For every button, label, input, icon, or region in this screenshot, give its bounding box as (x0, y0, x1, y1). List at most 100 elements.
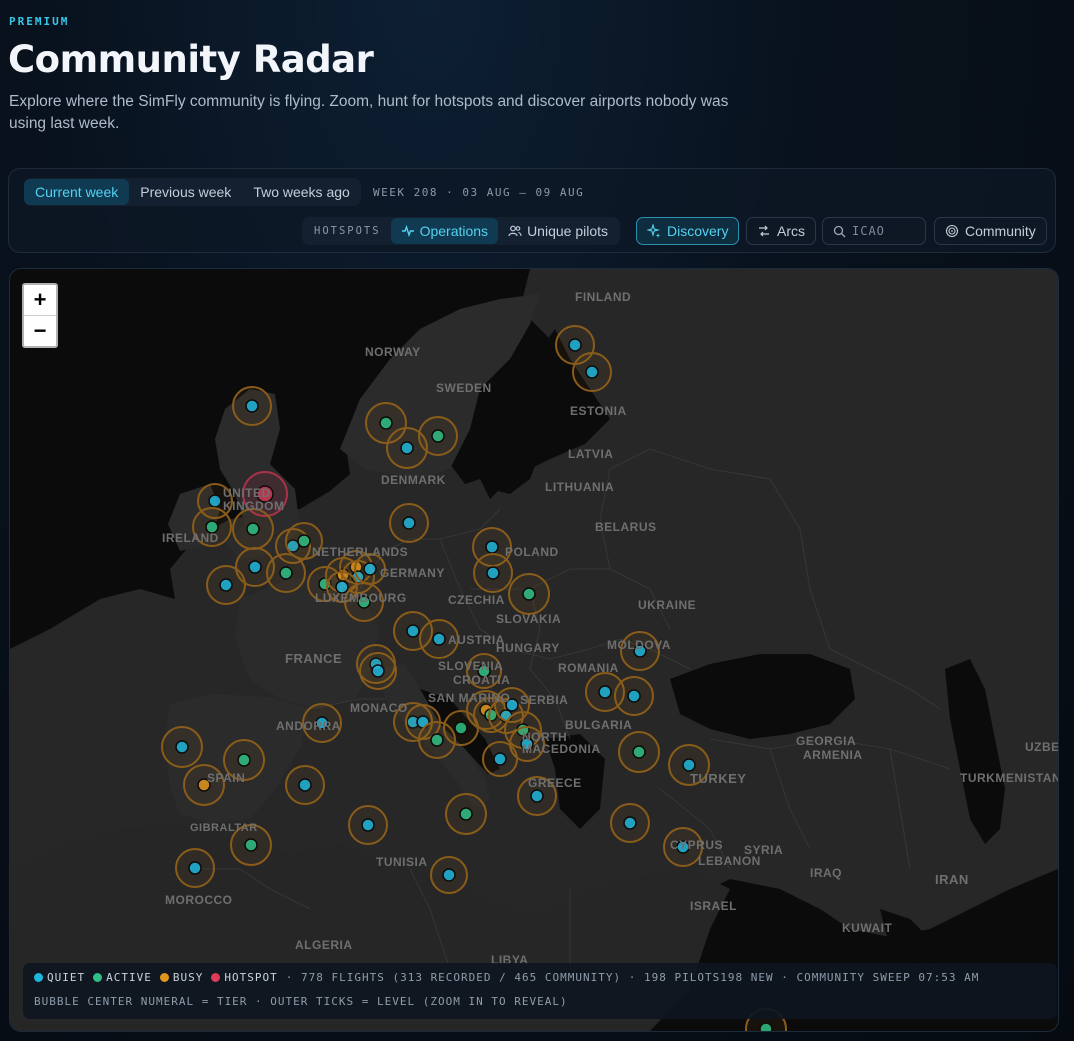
airport-hotspot-marker[interactable] (442, 868, 456, 882)
page-title: Community Radar (8, 38, 374, 81)
airport-hotspot-marker[interactable] (379, 416, 393, 430)
airport-hotspot-marker[interactable] (363, 562, 377, 576)
airport-hotspot-marker[interactable] (493, 752, 507, 766)
airport-hotspot-marker[interactable] (402, 516, 416, 530)
airport-hotspot-marker[interactable] (632, 745, 646, 759)
airport-hotspot-marker[interactable] (175, 740, 189, 754)
airport-hotspot-marker[interactable] (485, 540, 499, 554)
country-label-latvia: LATVIA (568, 447, 614, 461)
page-description: Explore where the SimFly community is fl… (9, 93, 729, 132)
country-label-denmark: DENMARK (381, 473, 446, 487)
airport-hotspot-marker[interactable] (522, 587, 536, 601)
airport-hotspot-marker[interactable] (279, 566, 293, 580)
week-selector: Current week Previous week Two weeks ago (24, 178, 361, 206)
country-label-finland: FINLAND (575, 290, 632, 304)
airport-hotspot-marker[interactable] (585, 365, 599, 379)
airport-hotspot-marker[interactable] (237, 753, 251, 767)
zoom-control: + − (22, 283, 58, 348)
airport-hotspot-marker[interactable] (530, 789, 544, 803)
airport-hotspot-marker[interactable] (486, 566, 500, 580)
airport-hotspot-marker[interactable] (431, 429, 445, 443)
toolbar: Current week Previous week Two weeks ago… (8, 168, 1056, 253)
country-label-luxembourg: LUXEMBOURG (315, 591, 407, 605)
country-label-andorra: ANDORRA (276, 719, 341, 733)
tab-current-week[interactable]: Current week (24, 179, 130, 205)
country-label-gibraltar: GIBRALTAR (190, 822, 258, 834)
airport-hotspot-marker[interactable] (627, 689, 641, 703)
zoom-in-button[interactable]: + (24, 285, 56, 315)
airport-hotspot-marker[interactable] (598, 685, 612, 699)
week-range-label: WEEK 208 · 03 AUG – 09 AUG (373, 186, 585, 199)
country-label-moldova: MOLDOVA (607, 638, 671, 652)
airport-hotspot-marker[interactable] (568, 338, 582, 352)
icao-search-input[interactable]: ICAO (822, 217, 926, 245)
country-label-greece: GREECE (528, 776, 582, 790)
airport-hotspot-marker[interactable] (682, 758, 696, 772)
country-label-spain: SPAIN (207, 771, 246, 785)
country-label-israel: ISRAEL (690, 899, 738, 913)
arcs-button[interactable]: Arcs (746, 217, 816, 245)
country-label-poland: POLAND (505, 545, 559, 559)
airport-hotspot-marker[interactable] (219, 578, 233, 592)
airport-hotspot-marker[interactable] (759, 1022, 773, 1031)
country-label-north-macedonia: NORTH MACEDONIA (522, 730, 601, 756)
airport-hotspot-marker[interactable] (248, 560, 262, 574)
airport-hotspot-marker[interactable] (432, 632, 446, 646)
airport-hotspot-marker[interactable] (244, 838, 258, 852)
users-icon (508, 225, 522, 237)
legend-item-active: ACTIVE (93, 971, 152, 984)
airport-hotspot-marker[interactable] (208, 494, 222, 508)
country-label-romania: ROMANIA (558, 661, 619, 675)
activity-icon (401, 224, 414, 238)
country-label-iraq: IRAQ (810, 866, 842, 880)
country-label-slovenia: SLOVENIA (438, 659, 504, 673)
community-radar-map[interactable]: + − FINLAND NORWAY SWEDEN ESTONIA LATVIA… (9, 268, 1059, 1032)
unique-pilots-label: Unique pilots (527, 223, 608, 239)
tab-previous-week[interactable]: Previous week (129, 179, 242, 205)
arcs-icon (759, 225, 769, 237)
country-label-netherlands: NETHERLANDS (312, 545, 409, 559)
hotspot-dot-icon (211, 973, 221, 982)
airport-hotspot-marker[interactable] (361, 818, 375, 832)
country-label-ukraine: UKRAINE (638, 598, 697, 612)
tab-two-weeks-ago[interactable]: Two weeks ago (242, 179, 361, 205)
hotspots-unique-pilots-button[interactable]: Unique pilots (498, 218, 618, 244)
airport-hotspot-marker[interactable] (623, 816, 637, 830)
airport-hotspot-marker[interactable] (400, 441, 414, 455)
country-label-morocco: MOROCCO (165, 893, 233, 907)
airport-hotspot-marker[interactable] (245, 399, 259, 413)
airport-hotspot-marker[interactable] (371, 664, 385, 678)
airport-hotspot-marker[interactable] (430, 733, 444, 747)
country-label-serbia: SERBIA (520, 693, 569, 707)
airport-hotspot-marker[interactable] (298, 778, 312, 792)
airport-hotspot-marker[interactable] (406, 624, 420, 638)
zoom-out-button[interactable]: − (24, 315, 56, 346)
airport-hotspot-marker[interactable] (297, 534, 311, 548)
map-legend: QUIET ACTIVE BUSY HOTSPOT · 778 FLIGHTS … (23, 963, 1057, 1019)
busy-dot-icon (159, 973, 169, 982)
legend-note: BUBBLE CENTER NUMERAL = TIER · OUTER TIC… (34, 995, 568, 1008)
country-label-turkey: TURKEY (690, 771, 747, 786)
airport-hotspot-marker[interactable] (459, 807, 473, 821)
sparkles-icon (647, 224, 661, 238)
country-label-iran: IRAN (935, 872, 969, 887)
hotspots-label: HOTSPOTS (314, 225, 381, 237)
airport-hotspot-marker[interactable] (246, 522, 260, 536)
airport-hotspot-marker[interactable] (188, 861, 202, 875)
country-label-uzbe: UZBE (1025, 740, 1059, 754)
hotspots-operations-button[interactable]: Operations (390, 218, 499, 244)
country-label-cyprus: CYPRUS (670, 838, 724, 852)
quiet-dot-icon (34, 973, 43, 982)
airport-hotspot-marker[interactable] (454, 721, 468, 735)
country-label-bulgaria: BULGARIA (565, 718, 633, 732)
country-label-armenia: ARMENIA (803, 748, 863, 762)
discovery-button[interactable]: Discovery (636, 217, 740, 245)
community-label: Community (965, 223, 1036, 239)
country-label-tunisia: TUNISIA (376, 855, 428, 869)
legend-item-busy: BUSY (159, 971, 204, 984)
premium-eyebrow: PREMIUM (9, 15, 70, 28)
country-label-ireland: IRELAND (162, 531, 219, 545)
country-label-estonia: ESTONIA (570, 404, 627, 418)
legend-stats: · 778 FLIGHTS (313 RECORDED / 465 COMMUN… (285, 971, 980, 984)
community-button[interactable]: Community (934, 217, 1047, 245)
